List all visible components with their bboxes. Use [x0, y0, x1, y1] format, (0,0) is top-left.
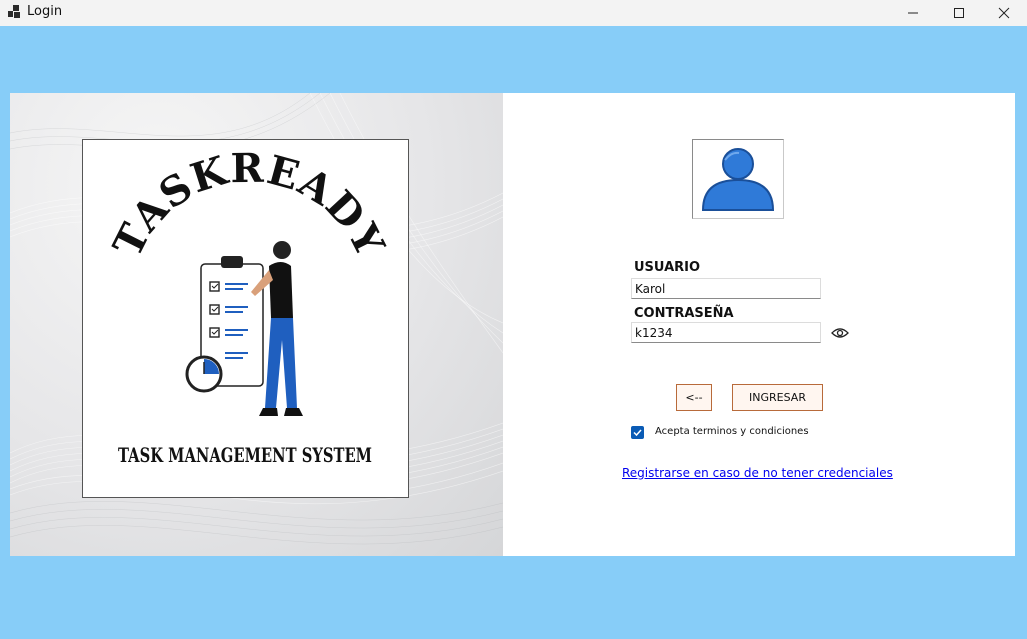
username-field[interactable]: Karol [631, 278, 821, 299]
svg-text:TASKREADY: TASKREADY [104, 145, 394, 264]
login-submit-button[interactable]: INGRESAR [732, 384, 823, 411]
password-field[interactable]: k1234 [631, 322, 821, 343]
terms-checkbox[interactable] [631, 426, 644, 439]
window-title: Login [27, 4, 63, 19]
window-titlebar[interactable]: Login [0, 0, 1027, 26]
user-icon [701, 148, 775, 211]
close-icon [998, 7, 1010, 19]
logo-tagline-text: TASK MANAGEMENT SYSTEM [118, 443, 372, 467]
minimize-button[interactable] [890, 0, 936, 26]
checkmark-icon [633, 429, 642, 437]
username-label: USUARIO [634, 260, 701, 275]
user-avatar [692, 139, 784, 219]
logo-image: TASKREADY TASK MANAGEMENT SYSTEM [82, 139, 409, 498]
register-link[interactable]: Registrarse en caso de no tener credenci… [622, 466, 893, 480]
maximize-icon [954, 8, 964, 18]
taskready-logo: TASKREADY TASK MANAGEMENT SYSTEM [104, 145, 394, 467]
app-window-icon [8, 5, 22, 19]
minimize-icon [908, 12, 918, 14]
show-password-eye-icon[interactable] [831, 326, 849, 340]
back-button[interactable]: <-- [676, 384, 712, 411]
password-label: CONTRASEÑA [634, 306, 734, 321]
close-button[interactable] [981, 0, 1027, 26]
terms-label: Acepta terminos y condiciones [655, 426, 809, 437]
logo-title-text: TASKREADY [104, 145, 393, 264]
maximize-button[interactable] [936, 0, 982, 26]
